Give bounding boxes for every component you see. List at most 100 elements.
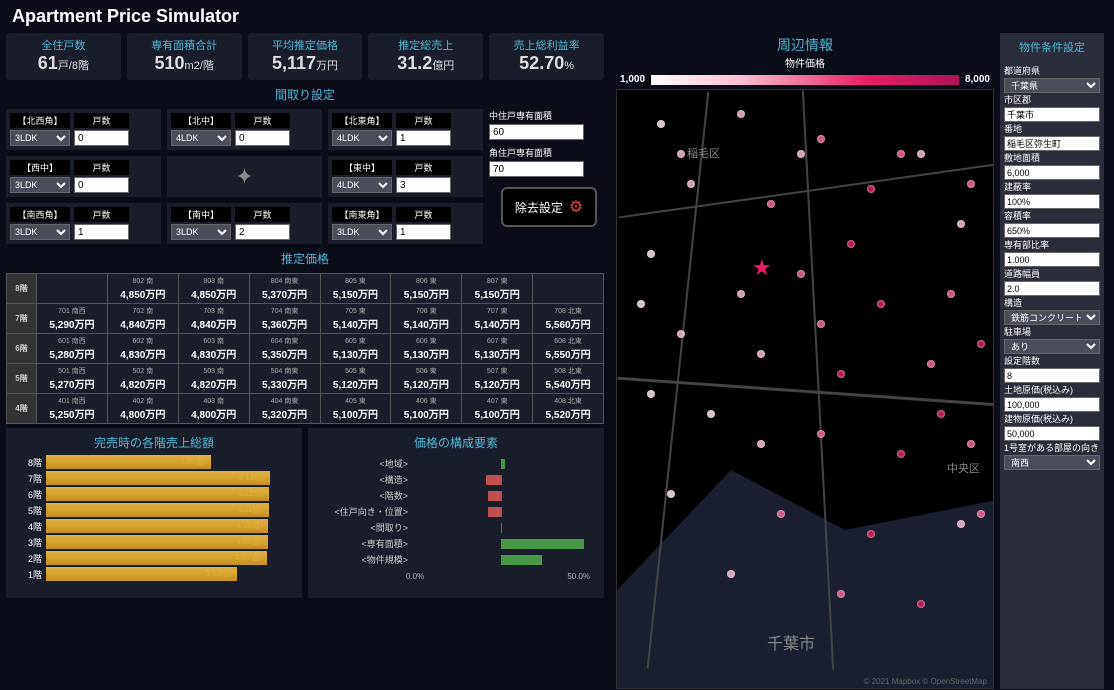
price-dot [757,440,765,448]
price-dot [927,360,935,368]
layout-type-select[interactable]: 3LDK [332,224,392,240]
layout-config-title: 間取り設定 [0,84,610,105]
layout-count-input[interactable] [396,130,451,146]
price-components-chart: 価格の構成要素 <地域> <構造> <階数> <住戸向き・位置> <間取り> <… [308,428,604,598]
price-dot [757,350,765,358]
layout-block: 【東中】 4LDK 戸数 [328,156,483,197]
form-field: 土地原価(税込み) [1004,383,1100,412]
layout-block: 【南中】 3LDK 戸数 [167,203,322,244]
axis-tick: 0.0% [406,572,424,581]
kpi-row: 全住戸数 61戸/8階 専有面積合計 510m2/階 平均推定価格 5,117万… [0,33,610,80]
remove-settings-button[interactable]: 除去設定⚙ [501,187,597,227]
layout-count-input[interactable] [396,177,451,193]
floor-sales-chart: 完売時の各階売上総額 8階 3.05億円 7階 4.13億円 6階 4.12億円… [6,428,302,598]
form-input[interactable] [1004,223,1100,238]
form-input[interactable] [1004,136,1100,151]
kpi-card: 推定総売上 31.2億円 [368,33,483,80]
price-dot [837,370,845,378]
form-input[interactable] [1004,252,1100,267]
layout-type-select[interactable]: 4LDK [332,177,392,193]
form-field: 敷地面積 [1004,151,1100,180]
layout-count-input[interactable] [235,224,290,240]
form-select[interactable]: あり [1004,339,1100,354]
price-dot [967,440,975,448]
layout-type-select[interactable]: 3LDK [10,177,70,193]
price-dot [957,220,965,228]
price-dot [707,410,715,418]
bar-row: 2階 4.07億円 [18,551,290,565]
price-dot [867,185,875,193]
form-field: 建物原価(税込み) [1004,412,1100,441]
component-row: <構造> [322,473,590,486]
form-input[interactable] [1004,194,1100,209]
bar-row: 7階 4.13億円 [18,471,290,485]
map-attribution: © 2021 Mapbox © OpenStreetMap [864,677,987,686]
price-comp-title: 価格の構成要素 [312,432,600,453]
form-select[interactable]: 鉄筋コンクリート造 [1004,310,1100,325]
layout-type-select[interactable]: 3LDK [171,224,231,240]
price-dot [677,330,685,338]
price-dot [917,600,925,608]
form-input[interactable] [1004,397,1100,412]
kpi-value: 61戸/8階 [6,53,121,74]
layout-block: 【北西角】 3LDK 戸数 [6,109,161,150]
kpi-label: 全住戸数 [6,37,121,53]
form-label: 道路幅員 [1004,267,1100,280]
legend-max: 8,000 [965,74,990,85]
price-dot [817,430,825,438]
price-section-title: 推定価格 [0,248,610,269]
layout-count-input[interactable] [74,224,129,240]
price-dot [667,490,675,498]
price-dot [677,150,685,158]
map[interactable]: 稲毛区 中央区 千葉市 ★ © 2021 Mapbox © OpenStreet… [616,89,994,689]
mid-area-input[interactable] [489,124,584,140]
floor-sales-title: 完売時の各階売上総額 [10,432,298,453]
layout-type-select[interactable]: 4LDK [171,130,231,146]
form-input[interactable] [1004,426,1100,441]
form-label: 駐車場 [1004,325,1100,338]
kpi-label: 推定総売上 [368,37,483,53]
price-dot [687,180,695,188]
form-field: 容積率 [1004,209,1100,238]
form-label: 構造 [1004,296,1100,309]
form-select[interactable]: 南西 [1004,455,1100,470]
kpi-label: 専有面積合計 [127,37,242,53]
map-title: 周辺情報 [610,33,1000,55]
component-row: <階数> [322,489,590,502]
form-label: 専有部比率 [1004,238,1100,251]
layout-block: 【南東角】 3LDK 戸数 [328,203,483,244]
form-field: 市区郡 [1004,93,1100,122]
price-dot [767,200,775,208]
layout-count-input[interactable] [396,224,451,240]
price-dot [977,340,985,348]
form-field: 1号室がある部屋の向き南西 [1004,441,1100,470]
form-input[interactable] [1004,165,1100,180]
district-label: 千葉市 [767,630,815,654]
form-select[interactable]: 千葉県 [1004,78,1100,93]
layout-count-input[interactable] [74,130,129,146]
form-label: 容積率 [1004,209,1100,222]
price-dot [657,120,665,128]
form-field: 都道府県千葉県 [1004,64,1100,93]
layout-count-input[interactable] [74,177,129,193]
price-dot [897,150,905,158]
layout-count-input[interactable] [235,130,290,146]
form-label: 都道府県 [1004,64,1100,77]
form-field: 設定階数 [1004,354,1100,383]
layout-block: 【北中】 4LDK 戸数 [167,109,322,150]
form-input[interactable] [1004,107,1100,122]
kpi-card: 売上総利益率 52.70% [489,33,604,80]
price-dot [917,150,925,158]
layout-type-select[interactable]: 4LDK [332,130,392,146]
form-label: 敷地面積 [1004,151,1100,164]
layout-block: 【北東角】 4LDK 戸数 [328,109,483,150]
layout-type-select[interactable]: 3LDK [10,224,70,240]
corner-area-input[interactable] [489,161,584,177]
form-field: 番地 [1004,122,1100,151]
kpi-card: 専有面積合計 510m2/階 [127,33,242,80]
compass-icon: ✦ [167,156,322,197]
layout-type-select[interactable]: 3LDK [10,130,70,146]
form-input[interactable] [1004,281,1100,296]
form-input[interactable] [1004,368,1100,383]
price-dot [937,410,945,418]
